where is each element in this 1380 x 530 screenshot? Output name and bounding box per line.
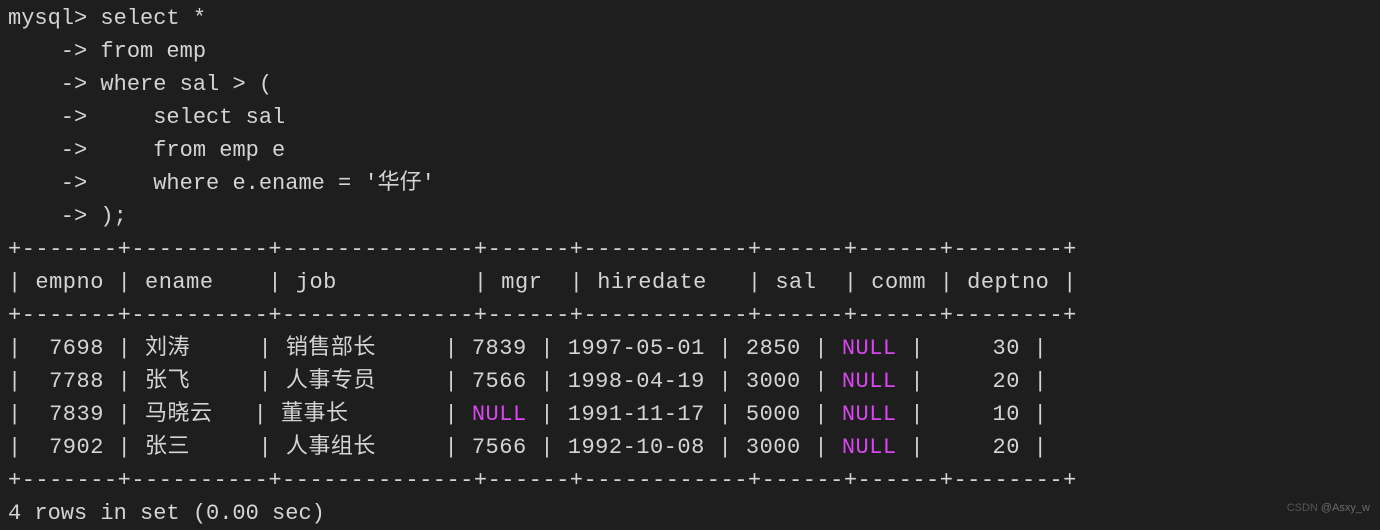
query-line-4: -> select sal <box>0 101 1380 134</box>
query-text-3: where sal > ( <box>100 72 272 97</box>
query-text-5: from emp e <box>100 138 285 163</box>
prompt-cont: -> <box>8 171 100 196</box>
prompt-cont: -> <box>8 72 100 97</box>
watermark-user: @Asxy_w <box>1321 502 1370 514</box>
table-row: | 7839 | 马晓云 | 董事长 | NULL | 1991-11-17 |… <box>0 398 1380 431</box>
watermark-brand: CSDN <box>1287 502 1321 514</box>
result-footer: 4 rows in set (0.00 sec) <box>0 497 1380 530</box>
query-line-3: -> where sal > ( <box>0 68 1380 101</box>
query-line-2: -> from emp <box>0 35 1380 68</box>
query-text-6: where e.ename = '华仔' <box>100 171 434 196</box>
query-text-7: ); <box>100 204 126 229</box>
table-border-bottom: +-------+----------+--------------+-----… <box>0 464 1380 497</box>
query-line-5: -> from emp e <box>0 134 1380 167</box>
table-row: | 7902 | 张三 | 人事组长 | 7566 | 1992-10-08 |… <box>0 431 1380 464</box>
table-border-top: +-------+----------+--------------+-----… <box>0 233 1380 266</box>
table-row: | 7788 | 张飞 | 人事专员 | 7566 | 1998-04-19 |… <box>0 365 1380 398</box>
query-line-6: -> where e.ename = '华仔' <box>0 167 1380 200</box>
prompt-cont: -> <box>8 204 100 229</box>
null-value: NULL <box>472 402 527 427</box>
table-row: | 7698 | 刘涛 | 销售部长 | 7839 | 1997-05-01 |… <box>0 332 1380 365</box>
query-line-1: mysql> select * <box>0 2 1380 35</box>
null-value: NULL <box>842 336 897 361</box>
prompt-cont: -> <box>8 105 100 130</box>
table-header: | empno | ename | job | mgr | hiredate |… <box>0 266 1380 299</box>
prompt-main: mysql> <box>8 6 100 31</box>
terminal-output[interactable]: mysql> select * -> from emp -> where sal… <box>0 2 1380 530</box>
query-text-1: select * <box>100 6 206 31</box>
prompt-cont: -> <box>8 138 100 163</box>
table-body: | 7698 | 刘涛 | 销售部长 | 7839 | 1997-05-01 |… <box>0 332 1380 464</box>
query-line-7: -> ); <box>0 200 1380 233</box>
watermark: CSDN @Asxy_w <box>1287 500 1370 517</box>
null-value: NULL <box>842 435 897 460</box>
query-text-2: from emp <box>100 39 206 64</box>
query-text-4: select sal <box>100 105 285 130</box>
null-value: NULL <box>842 369 897 394</box>
null-value: NULL <box>842 402 897 427</box>
prompt-cont: -> <box>8 39 100 64</box>
table-border-mid: +-------+----------+--------------+-----… <box>0 299 1380 332</box>
